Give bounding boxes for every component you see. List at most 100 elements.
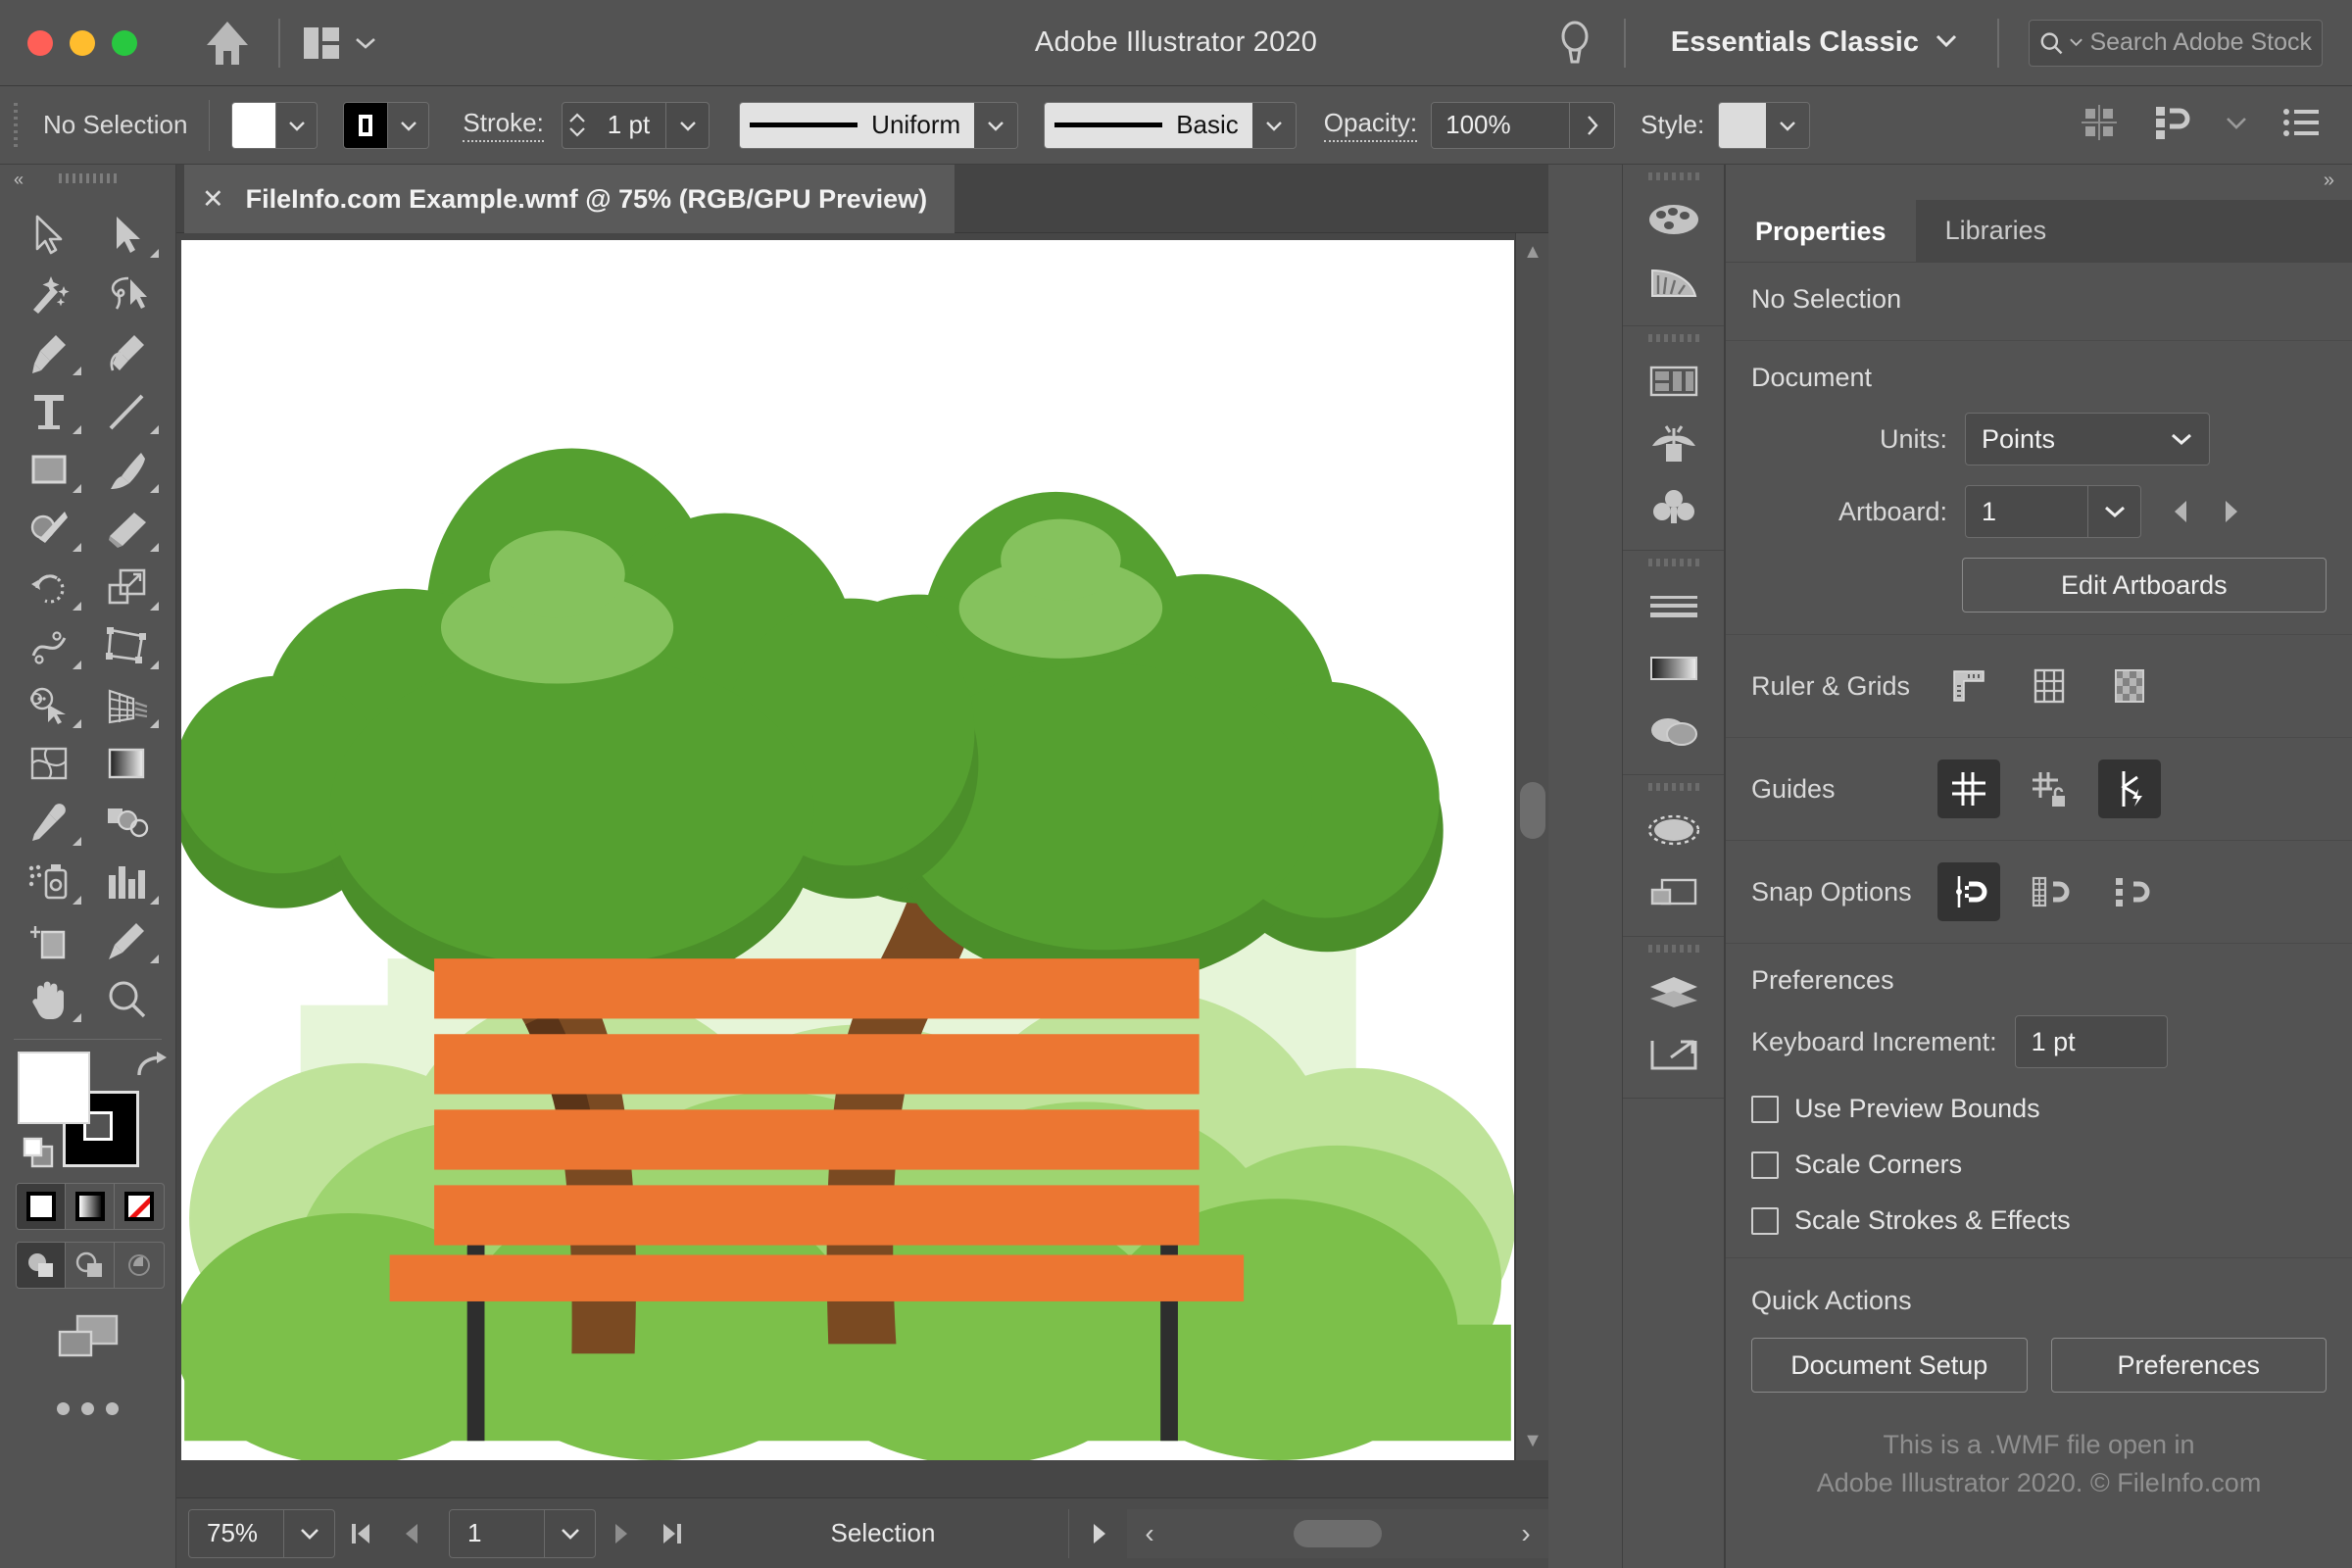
dock-group-grip[interactable] xyxy=(1623,937,1724,960)
style-swatch[interactable] xyxy=(1719,102,1767,148)
close-icon[interactable]: ✕ xyxy=(202,185,224,213)
zoom-tool[interactable] xyxy=(88,970,167,1029)
edit-artboards-button[interactable]: Edit Artboards xyxy=(1961,558,2327,612)
vertical-scroll-thumb[interactable] xyxy=(1520,782,1545,839)
show-transparency-grid-icon[interactable] xyxy=(2098,657,2161,715)
width-tool[interactable] xyxy=(10,617,88,676)
workspace-switcher-label[interactable]: Essentials Classic xyxy=(1647,26,1935,59)
chevron-down-icon[interactable] xyxy=(387,102,429,148)
paintbrush-tool[interactable] xyxy=(88,441,167,500)
zoom-level-control[interactable]: 75% xyxy=(188,1508,335,1558)
pathfinder-icon[interactable] xyxy=(1623,861,1724,924)
keyboard-increment-field[interactable]: 1 pt xyxy=(2014,1015,2168,1068)
chevron-down-icon[interactable] xyxy=(544,1509,595,1557)
home-icon[interactable] xyxy=(198,14,257,73)
fill-swatch[interactable] xyxy=(232,102,276,148)
edit-toolbar-icon[interactable] xyxy=(0,1402,175,1415)
color-guide-icon[interactable] xyxy=(1623,251,1724,314)
chevron-down-icon[interactable] xyxy=(275,102,318,148)
use-preview-bounds-checkbox[interactable] xyxy=(1751,1095,1779,1123)
smart-guides-icon[interactable] xyxy=(2098,760,2161,818)
chevron-down-icon[interactable] xyxy=(283,1509,334,1557)
toolbar-fill-swatch[interactable] xyxy=(18,1052,90,1124)
type-tool[interactable] xyxy=(10,382,88,441)
opacity-label[interactable]: Opacity: xyxy=(1323,108,1418,142)
color-fill-button[interactable] xyxy=(17,1184,66,1229)
draw-behind-icon[interactable] xyxy=(66,1243,115,1288)
dock-group-grip[interactable] xyxy=(1623,775,1724,799)
chevron-down-icon[interactable] xyxy=(1251,102,1296,148)
window-controls[interactable] xyxy=(27,29,137,56)
stroke-swatch[interactable] xyxy=(344,102,388,148)
pen-tool[interactable] xyxy=(10,323,88,382)
scale-strokes-effects-checkbox[interactable] xyxy=(1751,1206,1779,1235)
draw-normal-icon[interactable] xyxy=(17,1243,66,1288)
distribute-icon[interactable] xyxy=(2152,103,2191,147)
status-menu-icon[interactable] xyxy=(1068,1508,1127,1558)
eraser-tool[interactable] xyxy=(88,500,167,559)
direct-selection-tool[interactable] xyxy=(88,206,167,265)
more-options-icon[interactable] xyxy=(2281,106,2321,144)
canvas-vertical-scrollbar[interactable]: ▲ ▼ xyxy=(1515,233,1548,1460)
chevron-down-icon[interactable] xyxy=(2225,116,2248,135)
show-guides-icon[interactable] xyxy=(1937,760,2000,818)
gradient-icon[interactable] xyxy=(1623,637,1724,700)
search-input[interactable]: Search Adobe Stock xyxy=(2029,19,2323,67)
mesh-tool[interactable] xyxy=(10,735,88,794)
canvas-horizontal-scrollbar[interactable]: ‹ › xyxy=(1127,1508,1548,1558)
artboard-select[interactable]: 1 xyxy=(1965,485,2141,538)
close-window-button[interactable] xyxy=(27,29,53,56)
next-artboard-icon[interactable] xyxy=(596,1509,647,1558)
chevron-down-icon[interactable] xyxy=(974,102,1018,148)
blend-tool[interactable] xyxy=(88,794,167,853)
hand-tool[interactable] xyxy=(10,970,88,1029)
draw-inside-icon[interactable] xyxy=(115,1243,164,1288)
slice-tool[interactable] xyxy=(88,911,167,970)
artboard-number-control[interactable]: 1 xyxy=(449,1508,596,1558)
gradient-tool[interactable] xyxy=(88,735,167,794)
symbol-sprayer-tool[interactable] xyxy=(10,853,88,911)
curvature-tool[interactable] xyxy=(88,323,167,382)
dock-group-grip[interactable] xyxy=(1623,551,1724,574)
scale-corners-row[interactable]: Scale Corners xyxy=(1751,1150,2327,1180)
opacity-field[interactable]: 100% xyxy=(1431,101,1616,149)
opacity-options-icon[interactable] xyxy=(1569,102,1615,148)
appearance-icon[interactable] xyxy=(1623,799,1724,861)
color-palette-icon[interactable] xyxy=(1623,188,1724,251)
canvas-area[interactable]: ▲ ▼ xyxy=(176,233,1548,1497)
eyedropper-tool[interactable] xyxy=(10,794,88,853)
line-segment-tool[interactable] xyxy=(88,382,167,441)
align-icon[interactable] xyxy=(2080,103,2119,147)
control-bar-grip[interactable] xyxy=(12,102,22,148)
chevron-down-icon[interactable] xyxy=(1766,102,1810,148)
collapse-icon[interactable]: « xyxy=(14,170,24,190)
chevron-down-icon[interactable] xyxy=(1935,33,1976,53)
default-fill-stroke-icon[interactable] xyxy=(22,1136,55,1174)
snap-to-pixel-icon[interactable] xyxy=(2098,862,2161,921)
scroll-left-icon[interactable]: ‹ xyxy=(1127,1518,1172,1549)
stroke-weight-stepper[interactable] xyxy=(563,102,592,149)
scale-tool[interactable] xyxy=(88,559,167,617)
brush-definition-control[interactable]: Basic xyxy=(1044,101,1297,149)
magic-wand-tool[interactable] xyxy=(10,265,88,323)
tab-libraries[interactable]: Libraries xyxy=(1915,200,2077,262)
horizontal-scroll-thumb[interactable] xyxy=(1294,1519,1382,1547)
variable-width-profile-control[interactable]: Uniform xyxy=(739,101,1019,149)
snap-to-point-icon[interactable] xyxy=(1937,862,2000,921)
stroke-icon[interactable] xyxy=(1623,574,1724,637)
artboard-tool[interactable] xyxy=(10,911,88,970)
layers-icon[interactable] xyxy=(1623,960,1724,1023)
scroll-right-icon[interactable]: › xyxy=(1503,1518,1548,1549)
collapse-panels-icon[interactable]: » xyxy=(2324,170,2334,192)
scale-strokes-effects-row[interactable]: Scale Strokes & Effects xyxy=(1751,1205,2327,1236)
libraries-icon[interactable] xyxy=(1623,350,1724,413)
zoom-window-button[interactable] xyxy=(112,29,137,56)
units-select[interactable]: Points xyxy=(1965,413,2210,466)
first-artboard-icon[interactable] xyxy=(335,1509,386,1558)
shaper-tool[interactable] xyxy=(10,500,88,559)
tools-panel-header[interactable]: « xyxy=(0,165,175,192)
symbols-icon[interactable] xyxy=(1623,475,1724,538)
show-rulers-icon[interactable] xyxy=(1937,657,2000,715)
column-graph-tool[interactable] xyxy=(88,853,167,911)
fill-color-control[interactable] xyxy=(231,101,318,149)
